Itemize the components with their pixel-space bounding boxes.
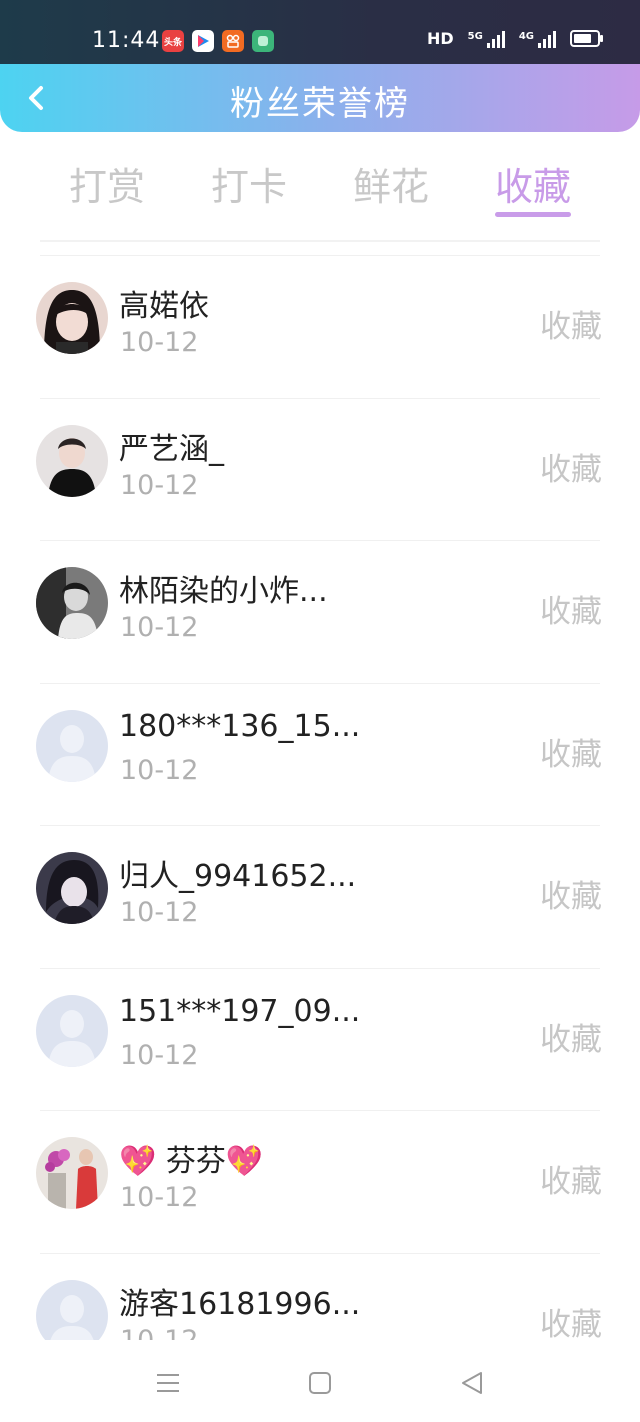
nickname: 林陌染的小炸... [119, 574, 328, 609]
list-item[interactable]: 林陌染的小炸... 10-12 收藏 [0, 540, 640, 683]
status-time: 11:44 [92, 28, 161, 53]
date: 10-12 [120, 469, 199, 501]
date: 10-12 [120, 1182, 199, 1213]
list-item[interactable]: 180***136_15... 10-12 收藏 [0, 682, 640, 826]
nickname: 归人_9941652... [119, 859, 357, 894]
action-label: 收藏 [540, 736, 602, 773]
signal-4g-icon: 4G [519, 30, 556, 48]
menu-icon[interactable] [155, 1370, 181, 1396]
active-tab-indicator [495, 212, 571, 217]
home-icon[interactable] [307, 1370, 333, 1396]
tab-reward[interactable]: 打赏 [69, 156, 145, 211]
date: 10-12 [120, 754, 199, 786]
tab-flowers[interactable]: 鲜花 [353, 156, 429, 211]
list-item[interactable]: 严艺涵_ 10-12 收藏 [0, 397, 640, 541]
hd-label: HD [426, 29, 454, 48]
kuaishou-icon [222, 30, 244, 52]
nickname: 游客16181996... [119, 1286, 361, 1322]
fan-list: 高婼依 10-12 收藏 严艺涵_ 10-12 收藏 林陌染的小炸... 10-… [0, 255, 640, 1340]
status-bar: 11:44 头条 HD 5G 4G [0, 0, 640, 72]
date: 10-12 [120, 1324, 199, 1341]
divider [40, 240, 600, 242]
default-avatar[interactable] [36, 1279, 108, 1340]
nickname: 严艺涵_ [119, 431, 224, 467]
date: 10-12 [120, 327, 199, 358]
action-label: 收藏 [540, 1021, 602, 1058]
avatar[interactable] [36, 282, 108, 354]
tab-favorites[interactable]: 收藏 [495, 156, 571, 211]
youku-icon [192, 30, 214, 52]
signal-5g-icon: 5G [468, 30, 505, 48]
action-label: 收藏 [540, 1164, 602, 1200]
list-item[interactable]: 游客16181996... 10-12 收藏 [0, 1252, 640, 1341]
avatar[interactable] [36, 1137, 108, 1209]
back-icon[interactable] [459, 1370, 485, 1396]
list-item[interactable]: 高婼依 10-12 收藏 [0, 255, 640, 398]
list-item[interactable]: 151***197_09... 10-12 收藏 [0, 967, 640, 1111]
nickname: 高婼依 [119, 289, 209, 324]
default-avatar[interactable] [36, 709, 108, 782]
status-indicators: HD 5G 4G [426, 29, 603, 48]
battery-icon [570, 30, 603, 47]
date: 10-12 [120, 897, 199, 928]
action-label: 收藏 [540, 309, 602, 345]
toutiao-icon: 头条 [162, 30, 184, 52]
action-label: 收藏 [540, 1306, 602, 1341]
action-label: 收藏 [540, 879, 602, 915]
avatar[interactable] [36, 567, 108, 639]
system-nav-bar [0, 1340, 640, 1422]
list-item[interactable]: 💖 芬芬💖 10-12 收藏 [0, 1110, 640, 1253]
tab-checkin[interactable]: 打卡 [211, 156, 287, 211]
avatar[interactable] [36, 852, 108, 924]
tab-bar: 打赏 打卡 鲜花 收藏 [0, 150, 640, 230]
date: 10-12 [120, 1039, 199, 1071]
nickname: 💖 芬芬💖 [119, 1144, 264, 1179]
notification-icons: 头条 [162, 30, 274, 52]
action-label: 收藏 [540, 451, 602, 488]
header-bar: 粉丝荣誉榜 [0, 64, 640, 132]
date: 10-12 [120, 612, 199, 643]
avatar[interactable] [36, 424, 108, 497]
action-label: 收藏 [540, 594, 602, 630]
default-avatar[interactable] [36, 994, 108, 1067]
nickname: 151***197_09... [119, 993, 361, 1029]
wechat-mini-icon [252, 30, 274, 52]
nickname: 180***136_15... [119, 708, 361, 744]
list-item[interactable]: 归人_9941652... 10-12 收藏 [0, 825, 640, 968]
page-title: 粉丝荣誉榜 [230, 84, 410, 124]
